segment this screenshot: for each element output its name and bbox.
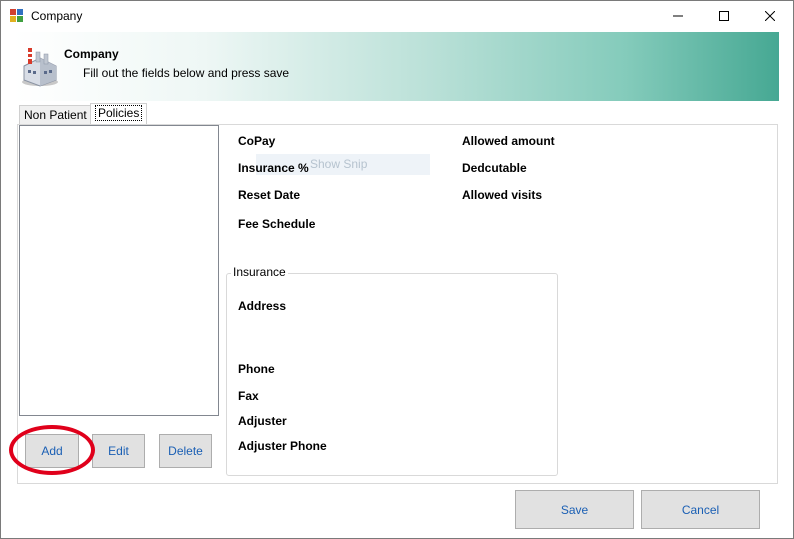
allowed-amount-label: Allowed amount [462, 134, 555, 148]
delete-button-label: Delete [168, 444, 203, 458]
edit-button[interactable]: Edit [92, 434, 145, 468]
maximize-button[interactable] [701, 1, 747, 31]
edit-button-label: Edit [108, 444, 129, 458]
reset-date-label: Reset Date [238, 188, 301, 202]
adjuster-phone-label: Adjuster Phone [238, 439, 327, 453]
banner-subtitle: Fill out the fields below and press save [83, 66, 290, 80]
allowed-visits-label: Allowed visits [462, 188, 543, 202]
app-window-icon [10, 9, 23, 22]
tab-non-patient-label: Non Patient [24, 108, 87, 122]
factory-icon [22, 48, 58, 87]
fee-schedule-label: Fee Schedule [238, 217, 316, 231]
title-bar[interactable]: Company [1, 1, 793, 31]
window-title: Company [31, 9, 83, 23]
address-label: Address [238, 299, 287, 313]
tab-policies-label: Policies [95, 105, 143, 121]
minimize-button[interactable] [655, 1, 701, 31]
tab-policies[interactable]: Policies [90, 103, 148, 124]
close-button[interactable] [747, 1, 793, 31]
cancel-button-label: Cancel [681, 502, 720, 517]
banner-title: Company [64, 47, 119, 61]
delete-button[interactable]: Delete [159, 434, 212, 468]
fax-label: Fax [238, 389, 259, 403]
tab-non-patient[interactable]: Non Patient [19, 105, 92, 124]
save-button[interactable]: Save [515, 490, 634, 529]
close-icon [765, 11, 775, 21]
deductible-label: Dedcutable [462, 161, 527, 175]
minimize-icon [673, 15, 683, 17]
header-banner: Company Fill out the fields below and pr… [13, 32, 779, 101]
save-button-label: Save [560, 502, 589, 517]
snip-overlay-text: Show Snip [310, 157, 368, 171]
insurance-percent-label: Insurance % [238, 161, 309, 175]
phone-label: Phone [238, 362, 275, 376]
policies-listbox[interactable] [19, 125, 219, 416]
adjuster-label: Adjuster [238, 414, 287, 428]
copay-label: CoPay [238, 134, 276, 148]
insurance-group-title: Insurance [231, 265, 288, 279]
maximize-icon [719, 11, 729, 21]
add-button-highlight-circle [9, 425, 95, 475]
cancel-button[interactable]: Cancel [641, 490, 760, 529]
company-window: Company Company Fill out the fields belo… [0, 0, 794, 539]
